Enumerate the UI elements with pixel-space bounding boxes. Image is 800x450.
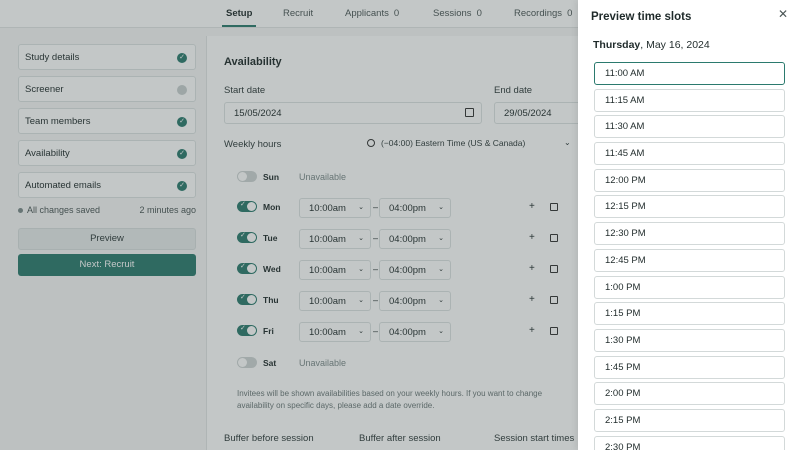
time-slot[interactable]: 11:45 AM xyxy=(594,142,785,166)
time-slot[interactable]: 12:45 PM xyxy=(594,248,785,272)
time-slot[interactable]: 12:15 PM xyxy=(594,195,785,219)
time-slot[interactable]: 2:15 PM xyxy=(594,408,785,432)
time-slot-list: 11:00 AM 11:15 AM 11:30 AM 11:45 AM 12:0… xyxy=(594,62,785,450)
time-slot[interactable]: 1:30 PM xyxy=(594,328,785,352)
time-slot[interactable]: 11:15 AM xyxy=(594,88,785,112)
time-slot[interactable]: 1:15 PM xyxy=(594,302,785,326)
time-slot[interactable]: 1:00 PM xyxy=(594,275,785,299)
modal-backdrop[interactable] xyxy=(0,0,578,450)
preview-time-slots-panel: Preview time slots ✕ Thursday, May 16, 2… xyxy=(578,0,800,450)
time-slot[interactable]: 11:00 AM xyxy=(594,62,785,85)
time-slot[interactable]: 1:45 PM xyxy=(594,355,785,379)
time-slot[interactable]: 12:30 PM xyxy=(594,222,785,246)
time-slot[interactable]: 11:30 AM xyxy=(594,115,785,139)
close-icon[interactable]: ✕ xyxy=(778,7,788,21)
preview-date: Thursday, May 16, 2024 xyxy=(593,39,710,51)
time-slot[interactable]: 2:30 PM xyxy=(594,435,785,450)
time-slot[interactable]: 2:00 PM xyxy=(594,382,785,406)
time-slot[interactable]: 12:00 PM xyxy=(594,168,785,192)
panel-title: Preview time slots xyxy=(591,11,692,23)
